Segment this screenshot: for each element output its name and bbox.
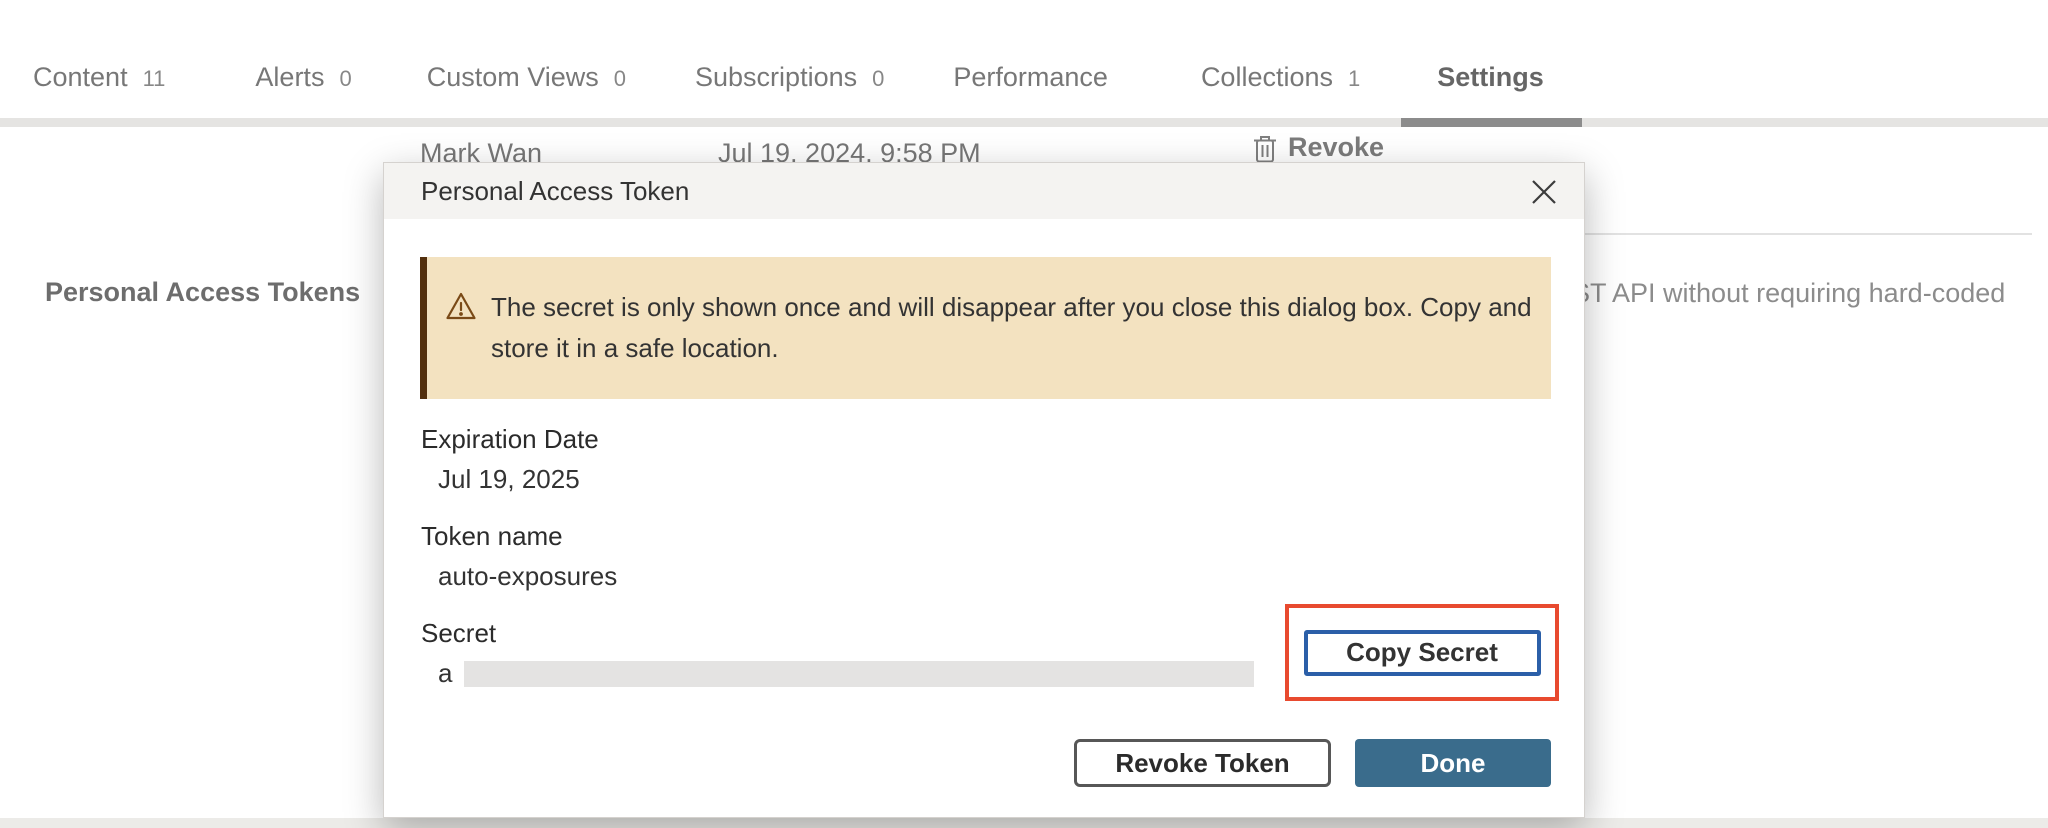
dialog-footer: Revoke Token Done <box>1074 739 1551 787</box>
close-icon <box>1529 177 1559 207</box>
done-button[interactable]: Done <box>1355 739 1551 787</box>
field-expiration-date: Expiration Date Jul 19, 2025 <box>421 423 1551 496</box>
copy-secret-button[interactable]: Copy Secret <box>1304 630 1541 676</box>
dialog-title: Personal Access Token <box>384 163 1584 219</box>
personal-access-token-dialog: Personal Access Token The secret is only <box>383 162 1585 818</box>
field-label: Token name <box>421 520 1551 553</box>
warning-banner: The secret is only shown once and will d… <box>420 257 1551 399</box>
dialog-header: Personal Access Token <box>384 163 1584 219</box>
field-label: Expiration Date <box>421 423 1551 456</box>
secret-masked-bar <box>464 661 1254 687</box>
warning-message: The secret is only shown once and will d… <box>491 287 1539 369</box>
close-button[interactable] <box>1528 176 1560 208</box>
revoke-token-button[interactable]: Revoke Token <box>1074 739 1331 787</box>
warning-icon <box>445 291 477 321</box>
field-token-name: Token name auto-exposures <box>421 520 1551 593</box>
annotation-highlight-box: Copy Secret <box>1285 604 1559 701</box>
warning-icon-box <box>445 291 477 369</box>
field-value: auto-exposures <box>438 560 1551 593</box>
secret-visible-char: a <box>438 657 452 690</box>
field-value: Jul 19, 2025 <box>438 463 1551 496</box>
page: Content 11 Alerts 0 Custom Views 0 Subsc… <box>0 0 2048 828</box>
